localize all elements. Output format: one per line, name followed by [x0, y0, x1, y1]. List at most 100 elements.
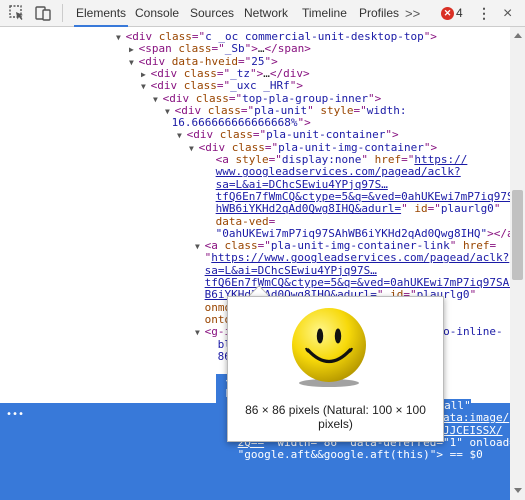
image-dimensions-caption: 86 × 86 pixels (Natural: 100 × 100 pixel…: [245, 403, 426, 431]
dom-token-val: c _oc commercial-unit-desktop-top: [205, 30, 424, 43]
more-options-icon[interactable]: ⋮: [477, 0, 491, 27]
dom-token-attr: class: [207, 103, 241, 117]
dom-token-tag: >: [436, 448, 443, 462]
dom-token-attr: data-hveid: [171, 54, 238, 68]
expand-triangle-icon[interactable]: ▶: [129, 45, 139, 54]
toolbar-separator: [62, 4, 63, 22]
tab-profiles[interactable]: Profiles: [357, 0, 401, 27]
collapse-triangle-icon[interactable]: ▼: [153, 95, 163, 104]
dom-token-link[interactable]: hWB6iYKHd2qAd0Qwg8IHQ&adurl=: [216, 202, 401, 215]
expand-triangle-icon[interactable]: ▶: [141, 70, 151, 79]
collapse-triangle-icon[interactable]: ▼: [189, 144, 199, 153]
dom-token-val: pla-unit-container: [266, 128, 386, 142]
tab-console[interactable]: Console: [133, 0, 181, 27]
dom-token-val: "0ahUKEwi7mP7iq97SAhWB6iYKHd2qAd0Qwg8IHQ…: [215, 226, 488, 240]
collapse-triangle-icon[interactable]: ▼: [141, 82, 151, 91]
dom-token-tag: <div: [198, 140, 232, 154]
dom-token-tag: =: [489, 239, 497, 253]
dom-token-val: pla-unit-img-container: [278, 140, 424, 154]
dom-token-attr: data-ved: [215, 214, 269, 228]
dom-token-val: _tz: [230, 66, 251, 80]
error-icon[interactable]: ✕: [441, 7, 454, 20]
dom-token-tag: <div: [186, 128, 220, 142]
dom-token-attr: href: [374, 153, 402, 166]
dom-token-attr: class: [219, 128, 253, 142]
dom-token-attr: class: [195, 91, 229, 105]
dom-token-tag: </div>: [269, 66, 310, 80]
smiley-face-image: [292, 308, 366, 387]
dom-token-link[interactable]: tfQ6En7fWmCQ&ctype=5&q=&ved=0ahUKEwi7mP7…: [216, 190, 510, 203]
dom-token-link[interactable]: sa=L&ai=DChcSEwiu4YPjq97S…: [216, 178, 388, 191]
tab-network[interactable]: Network: [242, 0, 290, 27]
dom-token-tag: =": [257, 239, 271, 253]
dom-token-tag: <div: [138, 54, 172, 68]
tab-elements[interactable]: Elements: [74, 0, 129, 27]
inspect-element-icon[interactable]: [9, 5, 25, 21]
error-count[interactable]: 4: [456, 0, 463, 27]
dom-token-tag: =": [353, 103, 367, 117]
dom-token-tag: ">: [297, 116, 311, 130]
dom-token-tag: </span>: [264, 42, 311, 56]
dom-token-tag: ": [361, 153, 375, 166]
dom-tree-line[interactable]: "google.aft&&google.aft(this)"> == $0: [228, 448, 483, 463]
node-ellipsis-icon[interactable]: •••: [6, 409, 24, 420]
collapse-triangle-icon[interactable]: ▼: [165, 107, 175, 116]
dom-token-txt: …: [257, 42, 265, 56]
dom-token-link[interactable]: tfQ6En7fWmCQ&ctype=5&q=&ved=0ahUKEwi7mP7…: [205, 276, 510, 289]
dom-token-tag: =": [240, 103, 255, 117]
dom-token-txt: == $0: [442, 448, 483, 462]
dom-token-val: 16.666666666666668%: [171, 116, 298, 130]
dom-token-val: pla-unit: [254, 103, 308, 117]
dom-token-tag: <div: [174, 103, 208, 117]
dom-token-val: width:: [366, 103, 407, 117]
dom-token-tag: =": [216, 79, 231, 93]
dom-token-link[interactable]: data:image/: [436, 411, 509, 424]
collapse-triangle-icon[interactable]: ▼: [129, 58, 139, 67]
dom-token-tag: =: [268, 214, 276, 228]
dom-token-link[interactable]: sa=L&ai=DChcSEwiu4YPjq97S…: [205, 264, 377, 277]
collapse-triangle-icon[interactable]: ▼: [195, 328, 205, 337]
dom-token-val: _uxc _HRf: [230, 79, 290, 93]
dom-token-attr: class: [183, 79, 217, 93]
more-tabs-button[interactable]: >>: [405, 0, 420, 27]
dom-token-link[interactable]: https://: [414, 153, 467, 166]
dom-token-tag: =": [238, 54, 252, 68]
dom-token-attr: class: [231, 140, 265, 154]
collapse-triangle-icon[interactable]: ▼: [195, 242, 205, 251]
dom-token-tag: <div: [150, 66, 184, 80]
dom-token-link[interactable]: https://www.googleadservices.com/pagead/…: [211, 251, 509, 264]
dom-token-tag: =": [401, 153, 415, 166]
tab-timeline[interactable]: Timeline: [300, 0, 349, 27]
dom-token-tag: ": [401, 202, 415, 216]
dom-token-val: 25: [251, 54, 265, 68]
dom-token-tag: ">: [264, 54, 278, 68]
tab-sources[interactable]: Sources: [188, 0, 236, 27]
dom-token-val: "google.aft&&google.aft(this)": [237, 448, 437, 462]
dom-token-tag: <div: [150, 79, 184, 93]
dom-token-attr: class: [224, 239, 258, 253]
dom-token-tag: ": [469, 288, 477, 302]
collapse-triangle-icon[interactable]: ▼: [116, 33, 126, 42]
device-toolbar-icon[interactable]: [35, 5, 51, 21]
dom-token-tag: ": [449, 239, 463, 253]
dom-token-val: display:none: [281, 153, 362, 166]
dom-token-tag: ": [493, 202, 501, 216]
dom-token-link[interactable]: www.googleadservices.com/pagead/aclk?: [216, 165, 461, 178]
dom-token-val: top-pla-group-inner: [242, 91, 368, 105]
dom-token-attr: id: [414, 202, 428, 216]
dom-token-attr: style: [320, 103, 354, 117]
dom-token-tag: ">: [367, 91, 382, 105]
dom-token-val: _Sb: [224, 42, 245, 56]
dom-token-tag: ">: [423, 140, 438, 154]
close-icon[interactable]: ×: [503, 0, 512, 27]
devtools-toolbar: Elements Console Sources Network Timelin…: [0, 0, 525, 27]
dom-token-tag: <div: [162, 91, 196, 105]
dom-token-tag: ">: [250, 66, 264, 80]
dom-token-tag: ">: [289, 79, 303, 93]
dom-token-tag: =": [268, 153, 282, 166]
collapse-triangle-icon[interactable]: ▼: [177, 131, 187, 140]
scrollbar-thumb[interactable]: [512, 190, 523, 280]
dom-token-tag: ": [307, 103, 321, 117]
scroll-up-arrow-icon[interactable]: [514, 33, 522, 38]
scroll-down-arrow-icon[interactable]: [514, 488, 522, 493]
